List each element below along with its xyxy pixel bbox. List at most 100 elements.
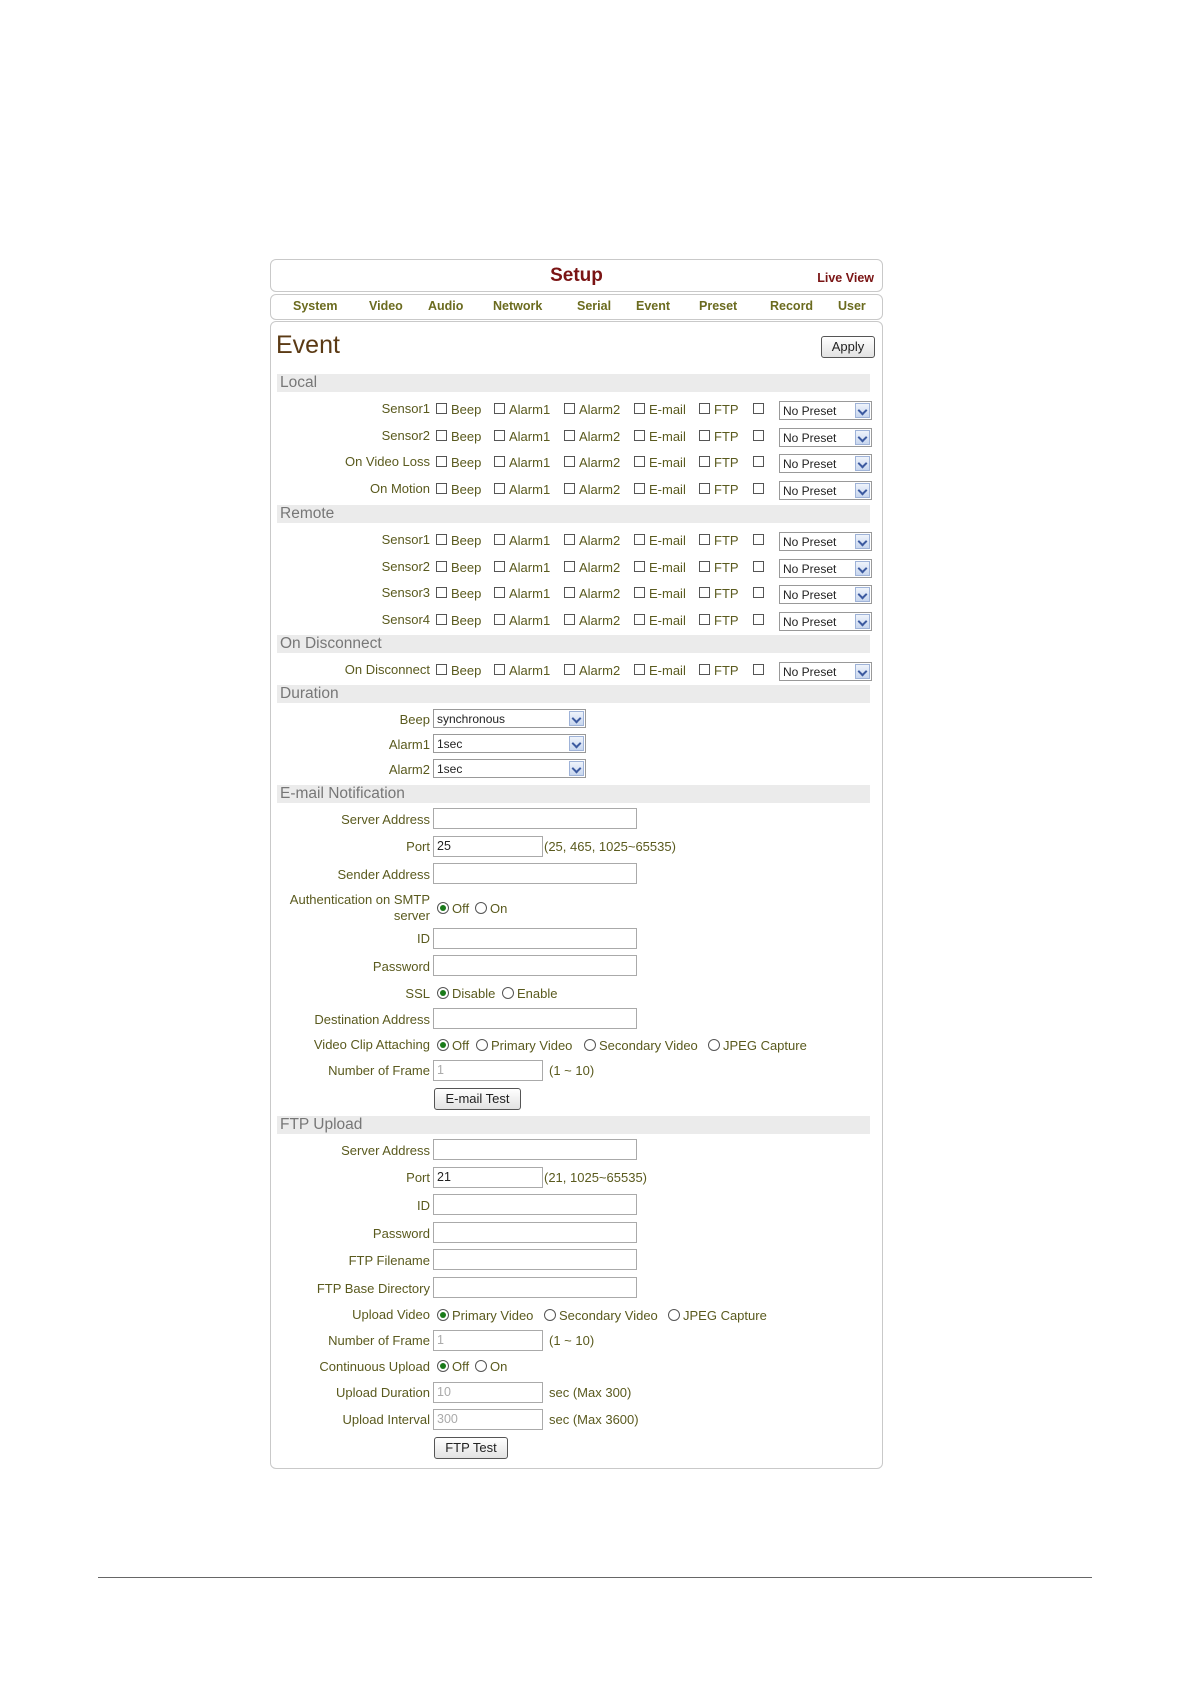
preset-select[interactable]: No Preset xyxy=(779,558,872,578)
tab-audio[interactable]: Audio xyxy=(428,299,463,313)
ftp-port-input[interactable]: 21 xyxy=(433,1167,543,1188)
alarm1-checkbox[interactable] xyxy=(494,664,505,675)
preset-checkbox[interactable] xyxy=(753,614,764,626)
clip-secondary-radio[interactable] xyxy=(584,1039,596,1051)
ftp-checkbox[interactable] xyxy=(699,403,710,414)
tab-system[interactable]: System xyxy=(293,299,337,313)
beep-checkbox[interactable] xyxy=(436,483,447,495)
tab-network[interactable]: Network xyxy=(493,299,542,313)
beep-checkbox[interactable] xyxy=(436,560,447,572)
upload-jpeg-radio[interactable] xyxy=(668,1309,680,1321)
beep-checkbox[interactable] xyxy=(436,429,447,441)
ssl-enable-radio[interactable] xyxy=(502,987,514,999)
ftp-checkbox[interactable] xyxy=(699,483,710,495)
email-id-input[interactable] xyxy=(433,928,637,949)
alarm1-checkbox[interactable] xyxy=(494,456,505,468)
beep-checkbox[interactable] xyxy=(436,664,447,675)
ftp-server-input[interactable] xyxy=(433,1139,637,1160)
tab-preset[interactable]: Preset xyxy=(699,299,737,313)
ftp-test-button[interactable]: FTP Test xyxy=(434,1437,508,1459)
email-frames-input[interactable]: 1 xyxy=(433,1060,543,1081)
alarm1-checkbox[interactable] xyxy=(494,587,505,599)
email-checkbox[interactable] xyxy=(634,587,645,599)
ftp-checkbox[interactable] xyxy=(699,534,710,545)
ftp-checkbox[interactable] xyxy=(699,587,710,599)
preset-select[interactable]: No Preset xyxy=(779,454,872,474)
email-password-input[interactable] xyxy=(433,955,637,976)
preset-select[interactable]: No Preset xyxy=(779,427,872,447)
email-sender-input[interactable] xyxy=(433,863,637,884)
preset-checkbox[interactable] xyxy=(753,456,764,468)
alarm1-checkbox[interactable] xyxy=(494,403,505,414)
duration-alarm2-select[interactable]: 1sec xyxy=(433,759,586,778)
apply-button[interactable]: Apply xyxy=(821,336,875,358)
alarm2-checkbox[interactable] xyxy=(564,614,575,626)
alarm2-checkbox[interactable] xyxy=(564,587,575,599)
tab-record[interactable]: Record xyxy=(770,299,813,313)
email-server-input[interactable] xyxy=(433,808,637,829)
preset-select[interactable]: No Preset xyxy=(779,662,872,681)
preset-checkbox[interactable] xyxy=(753,483,764,495)
alarm2-checkbox[interactable] xyxy=(564,456,575,468)
preset-checkbox[interactable] xyxy=(753,664,764,675)
email-checkbox[interactable] xyxy=(634,614,645,626)
email-checkbox[interactable] xyxy=(634,483,645,495)
email-checkbox[interactable] xyxy=(634,456,645,468)
tab-user[interactable]: User xyxy=(838,299,866,313)
preset-checkbox[interactable] xyxy=(753,403,764,414)
clip-jpeg-radio[interactable] xyxy=(708,1039,720,1051)
upload-interval-input[interactable]: 300 xyxy=(433,1409,543,1430)
preset-checkbox[interactable] xyxy=(753,587,764,599)
email-checkbox[interactable] xyxy=(634,534,645,545)
preset-select[interactable]: No Preset xyxy=(779,585,872,605)
ssl-disable-radio[interactable] xyxy=(437,987,449,999)
ftp-password-input[interactable] xyxy=(433,1222,637,1243)
upload-secondary-radio[interactable] xyxy=(544,1309,556,1321)
beep-checkbox[interactable] xyxy=(436,614,447,626)
beep-checkbox[interactable] xyxy=(436,403,447,414)
email-checkbox[interactable] xyxy=(634,429,645,441)
alarm2-checkbox[interactable] xyxy=(564,664,575,675)
alarm2-checkbox[interactable] xyxy=(564,534,575,545)
ftp-checkbox[interactable] xyxy=(699,614,710,626)
ftp-checkbox[interactable] xyxy=(699,456,710,468)
alarm2-checkbox[interactable] xyxy=(564,403,575,414)
ftp-checkbox[interactable] xyxy=(699,560,710,572)
email-port-input[interactable]: 25 xyxy=(433,836,543,857)
beep-checkbox[interactable] xyxy=(436,534,447,545)
clip-primary-radio[interactable] xyxy=(476,1039,488,1051)
duration-alarm1-select[interactable]: 1sec xyxy=(433,734,586,753)
ftp-checkbox[interactable] xyxy=(699,664,710,675)
continuous-on-radio[interactable] xyxy=(475,1360,487,1372)
preset-select[interactable]: No Preset xyxy=(779,532,872,551)
auth-off-radio[interactable] xyxy=(437,902,449,914)
tab-serial[interactable]: Serial xyxy=(577,299,611,313)
preset-select[interactable]: No Preset xyxy=(779,481,872,501)
duration-beep-select[interactable]: synchronous xyxy=(433,709,586,728)
live-view-link[interactable]: Live View xyxy=(817,271,874,285)
continuous-off-radio[interactable] xyxy=(437,1360,449,1372)
alarm1-checkbox[interactable] xyxy=(494,429,505,441)
email-checkbox[interactable] xyxy=(634,664,645,675)
email-destination-input[interactable] xyxy=(433,1008,637,1029)
preset-select[interactable]: No Preset xyxy=(779,612,872,632)
ftp-frames-input[interactable]: 1 xyxy=(433,1330,543,1351)
beep-checkbox[interactable] xyxy=(436,456,447,468)
clip-off-radio[interactable] xyxy=(437,1039,449,1051)
ftp-filename-input[interactable] xyxy=(433,1249,637,1270)
alarm2-checkbox[interactable] xyxy=(564,560,575,572)
preset-checkbox[interactable] xyxy=(753,429,764,441)
tab-video[interactable]: Video xyxy=(369,299,403,313)
alarm2-checkbox[interactable] xyxy=(564,429,575,441)
alarm1-checkbox[interactable] xyxy=(494,483,505,495)
upload-duration-input[interactable]: 10 xyxy=(433,1382,543,1403)
preset-checkbox[interactable] xyxy=(753,560,764,572)
preset-select[interactable]: No Preset xyxy=(779,401,872,420)
beep-checkbox[interactable] xyxy=(436,587,447,599)
upload-primary-radio[interactable] xyxy=(437,1309,449,1321)
email-checkbox[interactable] xyxy=(634,403,645,414)
email-test-button[interactable]: E-mail Test xyxy=(434,1088,521,1110)
ftp-checkbox[interactable] xyxy=(699,429,710,441)
ftp-basedir-input[interactable] xyxy=(433,1277,637,1298)
alarm2-checkbox[interactable] xyxy=(564,483,575,495)
